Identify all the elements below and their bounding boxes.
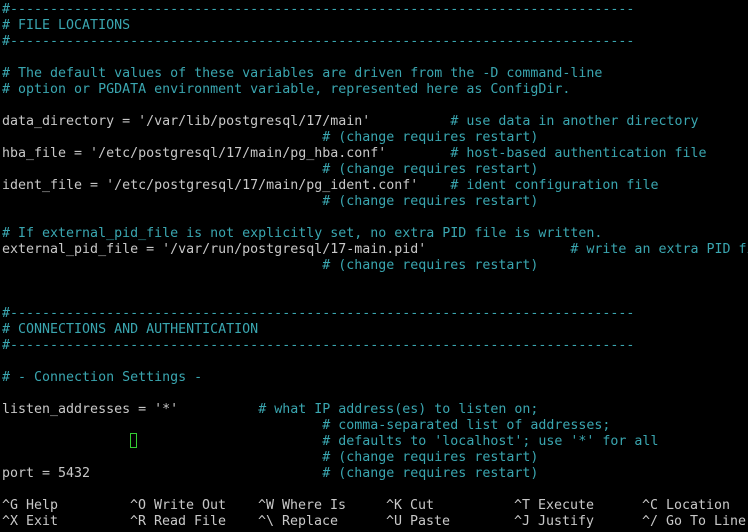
editor-line[interactable]: # defaults to 'localhost'; use '*' for a… (2, 434, 658, 450)
shortcut-key: ^O (130, 498, 147, 513)
comment-text: # The default values of these variables … (2, 66, 603, 81)
inline-comment: # comma-separated list of addresses; (322, 418, 611, 433)
shortcut-label: Read File (154, 514, 227, 529)
terminal-window[interactable]: #---------------------------------------… (0, 0, 748, 532)
shortcut-replace[interactable]: ^\ Replace (258, 514, 338, 530)
shortcut-label: Justify (538, 514, 595, 529)
setting-text (2, 450, 322, 465)
editor-line[interactable]: external_pid_file = '/var/run/postgresql… (2, 242, 748, 258)
setting-text: hba_file = '/etc/postgresql/17/main/pg_h… (2, 146, 451, 161)
editor-line[interactable]: # option or PGDATA environment variable,… (2, 82, 570, 98)
editor-line[interactable]: #---------------------------------------… (2, 2, 634, 18)
shortcut-execute[interactable]: ^T Execute (514, 498, 594, 514)
shortcut-key: ^J (514, 514, 531, 529)
comment-text: # If external_pid_file is not explicitly… (2, 226, 603, 241)
editor-line[interactable]: # FILE LOCATIONS (2, 18, 130, 34)
shortcut-where-is[interactable]: ^W Where Is (258, 498, 346, 514)
editor-line[interactable]: # (change requires restart) (2, 194, 538, 210)
inline-comment: # (change requires restart) (322, 466, 539, 481)
shortcut-label: Replace (282, 514, 339, 529)
editor-line[interactable]: #---------------------------------------… (2, 338, 634, 354)
shortcut-cut[interactable]: ^K Cut (386, 498, 434, 514)
shortcut-label: Location (666, 498, 731, 513)
setting-text (2, 162, 322, 177)
inline-comment: # (change requires restart) (322, 130, 539, 145)
shortcut-key: ^U (386, 514, 403, 529)
setting-text: port = 5432 (2, 466, 323, 481)
inline-comment: # write an extra PID file (570, 242, 748, 257)
editor-line[interactable]: hba_file = '/etc/postgresql/17/main/pg_h… (2, 146, 707, 162)
comment-text: #---------------------------------------… (2, 338, 635, 353)
comment-text: # - Connection Settings - (2, 370, 203, 385)
shortcut-key: ^C (642, 498, 659, 513)
setting-text (2, 130, 322, 145)
setting-text: ident_file = '/etc/postgresql/17/main/pg… (2, 178, 451, 193)
inline-comment: # (change requires restart) (322, 162, 539, 177)
setting-text: data_directory = '/var/lib/postgresql/17… (2, 114, 451, 129)
shortcut-key: ^K (386, 498, 403, 513)
editor-line[interactable]: #---------------------------------------… (2, 306, 634, 322)
setting-text (2, 258, 322, 273)
setting-text: listen_addresses = '*' (2, 402, 259, 417)
setting-text: external_pid_file = '/var/run/postgresql… (2, 242, 571, 257)
comment-text: # option or PGDATA environment variable,… (2, 82, 571, 97)
shortcut-label: Exit (26, 514, 59, 529)
shortcut-label: Cut (410, 498, 435, 513)
editor-line[interactable]: # The default values of these variables … (2, 66, 602, 82)
shortcut-key: ^\ (258, 514, 275, 529)
setting-text (2, 434, 322, 449)
editor-line[interactable]: # comma-separated list of addresses; (2, 418, 610, 434)
editor-line[interactable]: #---------------------------------------… (2, 34, 634, 50)
shortcut-key: ^R (130, 514, 147, 529)
text-cursor (130, 433, 137, 448)
inline-comment: # (change requires restart) (322, 258, 539, 273)
shortcut-label: Execute (538, 498, 595, 513)
editor-line[interactable]: # - Connection Settings - (2, 370, 202, 386)
shortcut-key: ^T (514, 498, 531, 513)
shortcut-key: ^/ (642, 514, 659, 529)
shortcut-location[interactable]: ^C Location (642, 498, 730, 514)
shortcut-label: Help (26, 498, 59, 513)
shortcut-read-file[interactable]: ^R Read File (130, 514, 226, 530)
editor-line[interactable]: # (change requires restart) (2, 162, 538, 178)
shortcut-label: Where Is (282, 498, 347, 513)
inline-comment: # host-based authentication file (450, 146, 707, 161)
shortcut-key: ^G (2, 498, 19, 513)
shortcut-label: Go To Line (666, 514, 747, 529)
comment-text: # FILE LOCATIONS (2, 18, 131, 33)
shortcut-label: Write Out (154, 498, 227, 513)
shortcut-justify[interactable]: ^J Justify (514, 514, 594, 530)
editor-line[interactable]: # (change requires restart) (2, 258, 538, 274)
editor-line[interactable]: # (change requires restart) (2, 130, 538, 146)
inline-comment: # ident configuration file (450, 178, 659, 193)
shortcut-help[interactable]: ^G Help (2, 498, 58, 514)
inline-comment: # (change requires restart) (322, 194, 539, 209)
editor-line[interactable]: # If external_pid_file is not explicitly… (2, 226, 602, 242)
setting-text (2, 194, 322, 209)
shortcut-key: ^X (2, 514, 19, 529)
comment-text: # CONNECTIONS AND AUTHENTICATION (2, 322, 259, 337)
shortcut-key: ^W (258, 498, 275, 513)
editor-line[interactable]: # CONNECTIONS AND AUTHENTICATION (2, 322, 258, 338)
inline-comment: # defaults to 'localhost'; use '*' for a… (322, 434, 659, 449)
inline-comment: # (change requires restart) (322, 450, 539, 465)
shortcut-label: Paste (410, 514, 451, 529)
inline-comment: # use data in another directory (450, 114, 699, 129)
setting-text (2, 418, 322, 433)
comment-text: #---------------------------------------… (2, 34, 635, 49)
editor-line[interactable]: listen_addresses = '*' # what IP address… (2, 402, 538, 418)
shortcut-exit[interactable]: ^X Exit (2, 514, 58, 530)
shortcut-go-to-line[interactable]: ^/ Go To Line (642, 514, 746, 530)
editor-line[interactable]: port = 5432 # (change requires restart) (2, 466, 538, 482)
inline-comment: # what IP address(es) to listen on; (258, 402, 539, 417)
editor-line[interactable]: # (change requires restart) (2, 450, 538, 466)
editor-line[interactable]: ident_file = '/etc/postgresql/17/main/pg… (2, 178, 658, 194)
shortcut-write-out[interactable]: ^O Write Out (130, 498, 226, 514)
comment-text: #---------------------------------------… (2, 306, 635, 321)
shortcut-paste[interactable]: ^U Paste (386, 514, 450, 530)
editor-line[interactable]: data_directory = '/var/lib/postgresql/17… (2, 114, 698, 130)
comment-text: #---------------------------------------… (2, 2, 635, 17)
